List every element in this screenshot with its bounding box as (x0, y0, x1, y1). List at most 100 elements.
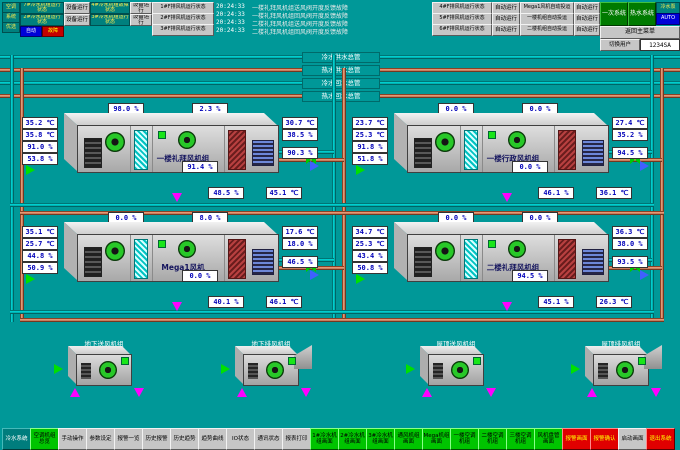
chiller-fault-chip: 4#冷水机组故障状态 (90, 2, 130, 14)
valve-position-readout: 94.5 % (512, 270, 548, 282)
alarm-text[interactable]: 二楼礼拜风机组回风阀开度反馈故障 (252, 27, 348, 36)
return-air-louver (414, 247, 432, 277)
user-code-display: 1234SA (640, 39, 680, 51)
switch-user-button[interactable]: 切换用户 (600, 39, 640, 51)
toolbar-fancoil-button[interactable]: 风机盘管画面 (534, 428, 563, 450)
toolbar-floor3-ahu-button[interactable]: 三楼空调机组 (506, 428, 535, 450)
hvac-scada-screen: 空调 系统 优选 7#冷水机组运行状态 设备运行 4#冷水机组故障状态 设备运行… (0, 0, 680, 450)
supply-air-humidity-readout: 38.5 % (282, 129, 318, 141)
supply-air-humidity-readout: 38.0 % (612, 238, 648, 250)
alarm-time[interactable]: 20:24:33 (216, 27, 245, 34)
valve-position-readout: 91.4 % (182, 161, 218, 173)
device-run-button[interactable]: 设备运行 (64, 14, 90, 26)
device-run-button[interactable]: 设备运行 (64, 2, 90, 14)
auto-mode-chip: 自动 (20, 26, 42, 37)
supply-outlet-damper (252, 249, 274, 275)
exhaust-hood (644, 345, 662, 369)
auto-run-button[interactable]: 自动运行 (492, 24, 520, 36)
toolbar-chiller2-button[interactable]: 2#冷水机组画面 (338, 428, 367, 450)
return-humidity-readout: 43.4 % (352, 250, 388, 262)
supply-air-arrow (310, 161, 319, 171)
mixed-air-temp-readout: 25.7 ℃ (22, 238, 58, 250)
airflow-in-arrow (26, 165, 35, 175)
airflow-in-arrow (26, 274, 35, 284)
auto-run-button[interactable]: 自动运行 (574, 24, 600, 36)
toolbar-alarm-history-button[interactable]: 历史报警 (142, 428, 171, 450)
return-fan-icon (178, 131, 196, 149)
toolbar-trend-curve-button[interactable]: 趋势曲线 (198, 428, 227, 450)
cold-trunk-center (332, 55, 336, 322)
toolbar-start-screen-button[interactable]: 启动画面 (618, 428, 647, 450)
exhaust-fan-status-button[interactable]: 3#F排风机运行状态 (152, 24, 214, 36)
alarm-time[interactable]: 20:24:33 (216, 19, 245, 26)
cold-supply-label: 冷水供水总管 (302, 52, 380, 63)
supply-outlet-damper (582, 249, 604, 275)
fan-icon (99, 361, 117, 379)
airflow-down-arrow (651, 388, 661, 397)
section-divider (130, 235, 131, 281)
toolbar-trend-history-button[interactable]: 历史趋势 (170, 428, 199, 450)
primary-system-button[interactable]: 一次系统 (600, 2, 628, 26)
toolbar-manual-button[interactable]: 手动操作 (58, 428, 87, 450)
device-run-button[interactable]: 设备运行 (130, 2, 152, 14)
valve-feedback-readout: 94.5 % (612, 147, 648, 159)
fan-icon (451, 361, 469, 379)
return-air-temp-readout: 34.7 ℃ (352, 226, 388, 238)
ahu-unit-1: 35.2 ℃ 35.8 ℃ 91.0 % 53.8 % 98.0 % 2.3 %… (22, 103, 332, 203)
toolbar-ahu-overview-button[interactable]: 空调机组总览 (30, 428, 59, 450)
return-humidity-readout: 91.8 % (352, 141, 388, 153)
toolbar-chilled-water-button[interactable]: 冷水系统 (2, 428, 31, 450)
toolbar-report-button[interactable]: 报表打印 (282, 428, 311, 450)
alarm-time[interactable]: 20:24:33 (216, 11, 245, 18)
damper-feedback-readout: 50.9 % (22, 262, 58, 274)
supply-air-temp-readout: 27.4 ℃ (612, 117, 648, 129)
return-valve-readout: 48.5 % (208, 187, 244, 199)
filter-section (134, 130, 148, 170)
nav-line-3: 优选 (2, 22, 20, 33)
airflow-up-arrow (422, 388, 432, 397)
valve-feedback-readout: 46.5 % (282, 256, 318, 268)
fan-inlet-louver (81, 363, 91, 379)
return-air-louver (84, 138, 102, 168)
hot-water-system-button[interactable]: 热水系统 (628, 2, 656, 26)
mixed-air-temp-readout: 35.8 ℃ (22, 129, 58, 141)
toolbar-io-status-button[interactable]: IO状态 (226, 428, 255, 450)
ahu-top-face (64, 113, 278, 125)
airflow-in-arrow (571, 364, 580, 374)
main-menu-button[interactable]: 返回主菜单 (600, 26, 680, 39)
fan-inlet-louver (598, 363, 608, 379)
supply-air-arrow (310, 270, 319, 280)
airflow-in-arrow (356, 165, 365, 175)
supply-air-temp-readout: 30.7 ℃ (282, 117, 318, 129)
return-air-temp-readout: 35.1 ℃ (22, 226, 58, 238)
section-divider (224, 235, 225, 281)
toolbar-setpoint-button[interactable]: 参数设定 (86, 428, 115, 450)
device-run-button[interactable]: 设备运行 (130, 14, 152, 26)
ahu-body: Mega1风机 (77, 234, 279, 282)
fan-box (593, 354, 649, 386)
toolbar-alarm-screen-button[interactable]: 报警画面 (562, 428, 591, 450)
fan-status-button[interactable]: 6#F排风机运行状态 (432, 24, 492, 36)
ahu-auto-status-button[interactable]: 二楼机组自动投运 (520, 24, 574, 36)
section-divider (152, 235, 153, 281)
fan-inlet-louver (433, 363, 443, 379)
toolbar-mega-unit-button[interactable]: Mega机组画面 (422, 428, 451, 450)
toolbar-chiller3-button[interactable]: 3#冷水机组画面 (366, 428, 395, 450)
fault-chip: 故障 (42, 26, 64, 37)
toolbar-exit-button[interactable]: 退出系统 (646, 428, 675, 450)
toolbar-alarm-ack-button[interactable]: 报警确认 (590, 428, 619, 450)
alarm-time[interactable]: 20:24:33 (216, 3, 245, 10)
toolbar-chiller1-button[interactable]: 1#冷水机组画面 (310, 428, 339, 450)
toolbar-alarm-list-button[interactable]: 报警一览 (114, 428, 143, 450)
toolbar-floor1-ahu-button[interactable]: 一楼空调机组 (450, 428, 479, 450)
toolbar-comm-status-button[interactable]: 通讯状态 (254, 428, 283, 450)
ahu-unit-4: 34.7 ℃ 25.3 ℃ 43.4 % 50.8 % 0.0 % 0.0 % … (352, 212, 662, 312)
run-indicator (158, 131, 166, 139)
damper-feedback-readout: 51.8 % (352, 153, 388, 165)
airflow-in-arrow (356, 274, 365, 284)
toolbar-floor2-ahu-button[interactable]: 二楼空调机组 (478, 428, 507, 450)
run-indicator (121, 357, 129, 365)
section-divider (130, 126, 131, 172)
toolbar-vent-unit-button[interactable]: 通风机组画面 (394, 428, 423, 450)
airflow-down-arrow (486, 388, 496, 397)
